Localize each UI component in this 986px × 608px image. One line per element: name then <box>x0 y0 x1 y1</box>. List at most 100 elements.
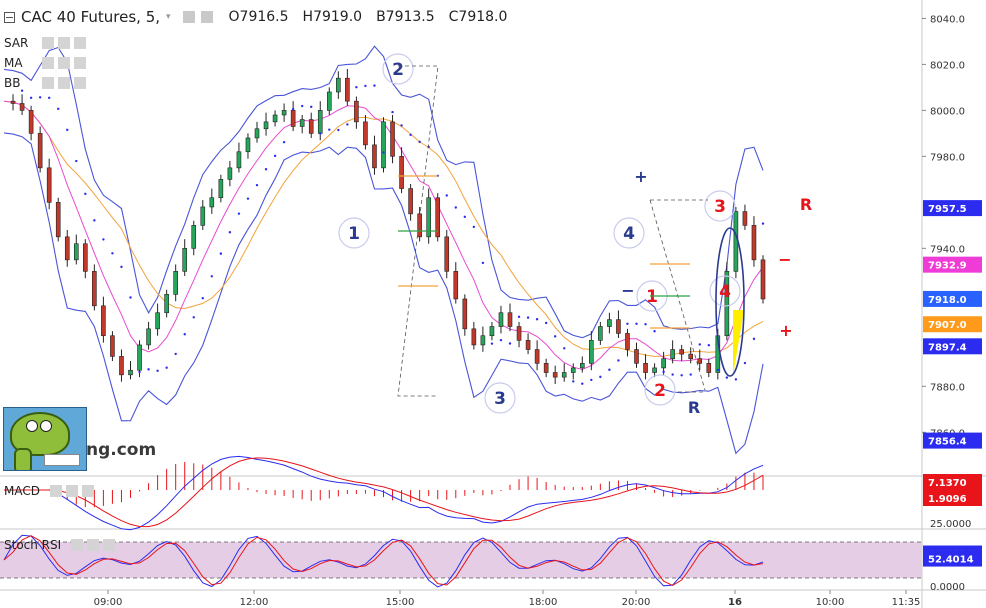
macd-legend[interactable]: MACD <box>4 484 94 498</box>
close-icon[interactable] <box>200 11 213 23</box>
sar-dot <box>174 352 177 356</box>
candle-body <box>55 202 61 238</box>
sar-dot <box>671 373 674 376</box>
symbol-title[interactable]: CAC 40 Futures, 5, <box>21 8 160 26</box>
candle-body <box>345 77 350 102</box>
eye-icon[interactable] <box>42 57 54 69</box>
sar-dot <box>84 192 87 196</box>
candle-body <box>236 151 242 169</box>
sar-dot <box>93 219 96 222</box>
candle-body <box>10 100 16 104</box>
candle-body <box>263 121 269 130</box>
eye-icon[interactable] <box>71 539 84 551</box>
candle-body <box>697 358 703 364</box>
candle-body <box>453 271 459 300</box>
sar-dot <box>57 107 60 111</box>
candle-body <box>444 236 450 272</box>
sar-dot <box>219 252 223 255</box>
close-icon[interactable] <box>74 37 86 49</box>
wave-label: 2 <box>654 381 666 401</box>
settings-icon[interactable] <box>58 37 70 49</box>
sar-dot <box>734 378 738 381</box>
candle-body <box>119 356 124 376</box>
sar-dot <box>282 140 286 144</box>
sar-dot <box>680 374 683 377</box>
sar-dot <box>337 128 340 132</box>
sar-dot <box>47 96 51 100</box>
price-badge-label: 7897.4 <box>928 342 967 353</box>
close-icon[interactable] <box>74 57 86 69</box>
candle-body <box>525 340 531 350</box>
wave-label: 4 <box>719 282 731 302</box>
candle-body <box>579 363 585 369</box>
candle-body <box>742 211 748 226</box>
sar-dot <box>228 231 232 234</box>
ohlc-bid: B7913.5 <box>376 9 435 25</box>
indicator-row-sar[interactable]: SAR <box>4 33 86 53</box>
candle-body <box>462 298 468 330</box>
chevron-down-icon[interactable]: ▾ <box>166 12 171 22</box>
settings-icon[interactable] <box>58 57 70 69</box>
wave-label: 4 <box>623 224 635 244</box>
candle-body <box>227 167 233 180</box>
close-icon[interactable] <box>103 539 116 551</box>
wave-label: 1 <box>646 287 658 307</box>
eye-icon[interactable] <box>49 485 62 497</box>
eye-icon[interactable] <box>42 37 54 49</box>
sar-dot <box>707 344 710 347</box>
sar-dot <box>364 84 367 88</box>
sar-dot <box>192 316 195 319</box>
price-badge-label: 7856.4 <box>928 437 967 448</box>
settings-icon[interactable] <box>58 77 70 89</box>
candle-body <box>751 225 757 261</box>
candle-body <box>191 225 197 249</box>
candle-body <box>326 91 332 111</box>
close-icon[interactable] <box>74 77 86 89</box>
candle-body <box>561 372 567 378</box>
sar-dot <box>698 343 701 346</box>
candle-body <box>390 121 395 157</box>
settings-icon[interactable] <box>182 11 195 23</box>
sar-dot <box>273 154 277 158</box>
sar-dot <box>617 359 620 362</box>
eye-icon[interactable] <box>42 77 54 89</box>
sar-dot <box>66 128 69 132</box>
x-tick-label: 11:35 <box>892 597 921 608</box>
stoch-badge-label: 52.4014 <box>928 555 974 566</box>
stoch-legend[interactable]: Stoch RSI <box>4 538 116 552</box>
x-tick-label: 10:00 <box>816 597 845 608</box>
collapse-icon[interactable] <box>4 11 15 23</box>
close-icon[interactable] <box>81 485 94 497</box>
indicator-label: SAR <box>4 36 29 50</box>
candle-body <box>299 119 305 127</box>
indicator-row-ma[interactable]: MA <box>4 53 86 73</box>
price-badge-label: 7907.0 <box>928 320 967 331</box>
candle-body <box>661 358 666 369</box>
sar-dot <box>752 337 756 341</box>
price-badge-label: 7918.0 <box>928 295 967 306</box>
sar-dot <box>210 275 214 278</box>
indicator-row-bb[interactable]: BB <box>4 73 86 93</box>
candle-body <box>760 259 766 300</box>
sar-dot <box>382 151 385 154</box>
candle-body <box>336 77 341 93</box>
candle-body <box>200 206 206 226</box>
candle-body <box>634 349 639 364</box>
sar-dot <box>553 335 557 338</box>
sar-dot <box>138 370 141 374</box>
macd-label: MACD <box>4 484 40 498</box>
stoch-y-tick-label: 0.0000 <box>930 582 965 593</box>
settings-icon[interactable] <box>65 485 78 497</box>
candle-body <box>290 110 296 127</box>
annotation-mark: R <box>800 195 812 214</box>
ohlc-high: H7919.0 <box>302 9 363 25</box>
sar-dot <box>599 375 602 379</box>
sar-dot <box>535 318 539 321</box>
annotation-mark: + <box>634 167 647 186</box>
candle-body <box>92 271 97 307</box>
candle-body <box>643 363 648 373</box>
y-tick-label: 8020.0 <box>930 60 965 71</box>
x-tick-label: 15:00 <box>386 597 415 608</box>
candle-body <box>724 271 730 337</box>
settings-icon[interactable] <box>87 539 100 551</box>
